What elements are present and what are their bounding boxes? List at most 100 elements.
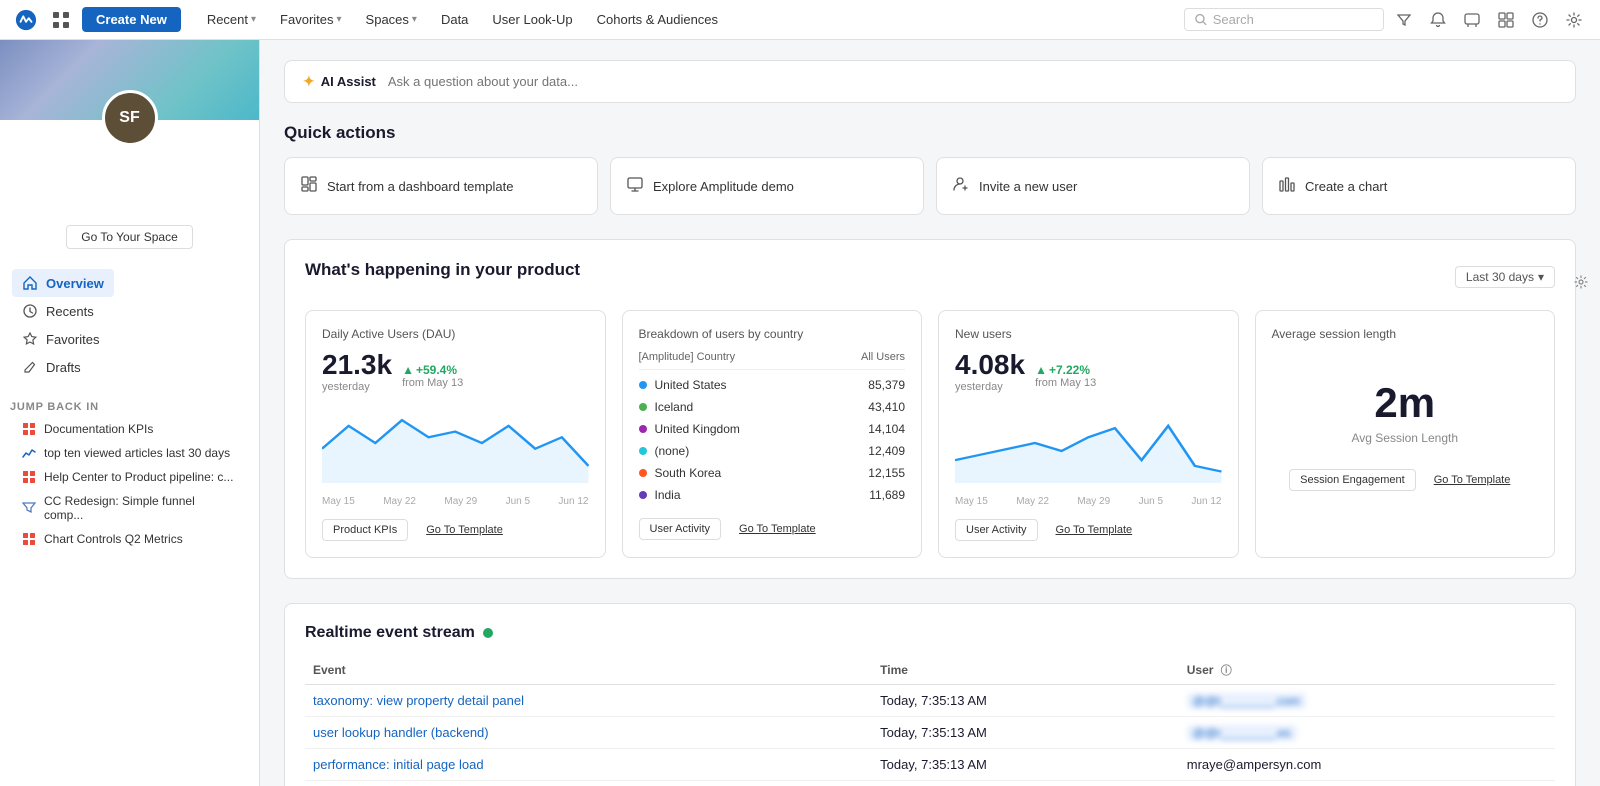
ai-assist-bar[interactable]: ✦ AI Assist xyxy=(284,60,1576,103)
country-chart-title: Breakdown of users by country xyxy=(639,327,906,341)
funnel-icon xyxy=(22,501,36,515)
event-time-1: Today, 7:35:13 AM xyxy=(872,717,1179,749)
messages-icon[interactable] xyxy=(1458,6,1486,34)
new-users-mini-chart xyxy=(955,403,1222,483)
ai-assist-input[interactable] xyxy=(388,74,1557,89)
realtime-section: Realtime event stream Event Time User ⓘ xyxy=(284,603,1576,786)
user-column-info-icon[interactable]: ⓘ xyxy=(1221,665,1232,677)
chevron-down-icon: ▾ xyxy=(251,14,256,25)
new-users-activity-button[interactable]: User Activity xyxy=(955,519,1038,541)
avg-session-chart-title: Average session length xyxy=(1272,327,1539,341)
dau-go-to-template-button[interactable]: Go To Template xyxy=(416,520,513,540)
country-row-4: South Korea 12,155 xyxy=(639,462,906,484)
qa-dashboard-template[interactable]: Start from a dashboard template xyxy=(284,157,598,215)
dau-axis-labels: May 15May 22May 29Jun 5Jun 12 xyxy=(322,496,589,507)
create-new-button[interactable]: Create New xyxy=(82,7,181,32)
user-column-header: User ⓘ xyxy=(1179,656,1555,685)
sidebar: SF Go To Your Space Overview xyxy=(0,40,260,786)
dau-product-kpis-button[interactable]: Product KPIs xyxy=(322,519,408,541)
top-navigation: Create New Recent ▾ Favorites ▾ Spaces ▾… xyxy=(0,0,1600,40)
whats-happening-section: What's happening in your product Last 30… xyxy=(284,239,1576,579)
date-range-dropdown[interactable]: Last 30 days ▾ xyxy=(1455,266,1555,288)
dau-chart-footer: Product KPIs Go To Template xyxy=(322,519,589,541)
go-to-space-button[interactable]: Go To Your Space xyxy=(66,225,193,249)
qa-explore-demo[interactable]: Explore Amplitude demo xyxy=(610,157,924,215)
table-row: performance: initial page load Today, 7:… xyxy=(305,749,1555,781)
nav-item-user-lookup[interactable]: User Look-Up xyxy=(482,7,582,32)
new-users-chart-footer: User Activity Go To Template xyxy=(955,519,1222,541)
sidebar-header: SF xyxy=(0,40,259,195)
country-go-to-template-button[interactable]: Go To Template xyxy=(729,519,826,539)
dau-value: 21.3k xyxy=(322,349,392,381)
whats-happening-header: What's happening in your product Last 30… xyxy=(305,260,1555,294)
apps-grid-icon[interactable] xyxy=(48,7,74,33)
jump-back-item-4[interactable]: Chart Controls Q2 Metrics xyxy=(12,527,247,551)
event-link-0[interactable]: taxonomy: view property detail panel xyxy=(313,693,524,708)
country-chart-footer: User Activity Go To Template xyxy=(639,518,906,540)
country-breakdown-card: Breakdown of users by country [Amplitude… xyxy=(622,310,923,558)
search-input[interactable] xyxy=(1213,12,1373,27)
search-icon xyxy=(1195,13,1207,26)
notifications-icon[interactable] xyxy=(1424,6,1452,34)
nav-item-data[interactable]: Data xyxy=(431,7,478,32)
settings-icon[interactable] xyxy=(1560,6,1588,34)
grid-icon-3 xyxy=(22,532,36,546)
filter-icon[interactable] xyxy=(1390,6,1418,34)
country-user-activity-button[interactable]: User Activity xyxy=(639,518,722,540)
sidebar-item-favorites[interactable]: Favorites xyxy=(12,325,247,353)
app-layout: SF Go To Your Space Overview xyxy=(0,40,1600,786)
sidebar-navigation: Overview Recents xyxy=(0,261,259,389)
new-users-change: ▲+7.22% xyxy=(1035,363,1096,377)
new-users-go-to-template-button[interactable]: Go To Template xyxy=(1046,520,1143,540)
sidebar-item-overview[interactable]: Overview xyxy=(12,269,114,297)
avg-session-go-to-template-button[interactable]: Go To Template xyxy=(1424,470,1521,490)
demo-icon xyxy=(627,176,643,196)
jump-back-item-3[interactable]: CC Redesign: Simple funnel comp... xyxy=(12,489,247,527)
jump-back-item-1[interactable]: top ten viewed articles last 30 days xyxy=(12,441,247,465)
amplitude-logo xyxy=(12,6,40,34)
chart-line-icon xyxy=(22,446,36,460)
event-time-0: Today, 7:35:13 AM xyxy=(872,685,1179,717)
realtime-header: Realtime event stream xyxy=(305,624,1555,642)
jump-back-item-2[interactable]: Help Center to Product pipeline: c... xyxy=(12,465,247,489)
sidebar-item-drafts[interactable]: Drafts xyxy=(12,353,247,381)
chevron-down-icon: ▾ xyxy=(1538,270,1544,284)
new-users-chart-card: New users 4.08k yesterday ▲+7.22% xyxy=(938,310,1239,558)
table-row: taxonomy: view property detail panel Tod… xyxy=(305,685,1555,717)
jump-back-item-0[interactable]: Documentation KPIs xyxy=(12,417,247,441)
main-content: ✦ AI Assist Quick actions Start from a d… xyxy=(260,40,1600,786)
country-table-header: [Amplitude] Country All Users xyxy=(639,349,906,370)
new-users-axis-labels: May 15May 22May 29Jun 5Jun 12 xyxy=(955,496,1222,507)
star-icon xyxy=(22,331,38,347)
nav-item-recent[interactable]: Recent ▾ xyxy=(197,7,266,32)
ai-assist-label: ✦ AI Assist xyxy=(303,73,376,90)
pencil-icon xyxy=(22,359,38,375)
session-engagement-button[interactable]: Session Engagement xyxy=(1289,469,1416,491)
user-blurred-0: @@t________.com xyxy=(1187,693,1306,709)
qa-invite-user[interactable]: Invite a new user xyxy=(936,157,1250,215)
nav-item-cohorts[interactable]: Cohorts & Audiences xyxy=(587,7,728,32)
event-link-2[interactable]: performance: initial page load xyxy=(313,757,484,772)
country-table-scroll[interactable]: United States 85,379 Iceland 43,410 Unit… xyxy=(639,374,906,506)
nav-item-spaces[interactable]: Spaces ▾ xyxy=(356,7,427,32)
help-icon[interactable] xyxy=(1526,6,1554,34)
country-row-0: United States 85,379 xyxy=(639,374,906,396)
avg-session-label: Avg Session Length xyxy=(1272,431,1539,445)
chevron-down-icon: ▾ xyxy=(337,14,342,25)
quick-actions-title: Quick actions xyxy=(284,123,1576,143)
avg-session-value: 2m xyxy=(1272,349,1539,431)
live-indicator-dot xyxy=(483,628,493,638)
chevron-down-icon: ▾ xyxy=(412,14,417,25)
event-column-header: Event xyxy=(305,656,872,685)
dau-chart-title: Daily Active Users (DAU) xyxy=(322,327,589,341)
sidebar-item-recents[interactable]: Recents xyxy=(12,297,247,325)
avatar: SF xyxy=(102,90,158,146)
nav-item-favorites[interactable]: Favorites ▾ xyxy=(270,7,352,32)
dau-change: ▲+59.4% xyxy=(402,363,463,377)
event-link-1[interactable]: user lookup handler (backend) xyxy=(313,725,489,740)
search-box[interactable] xyxy=(1184,8,1384,31)
home-icon xyxy=(22,275,38,291)
layout-icon[interactable] xyxy=(1492,6,1520,34)
qa-create-chart[interactable]: Create a chart xyxy=(1262,157,1576,215)
quick-actions-section: Quick actions Start from a dashboard tem… xyxy=(284,123,1576,215)
